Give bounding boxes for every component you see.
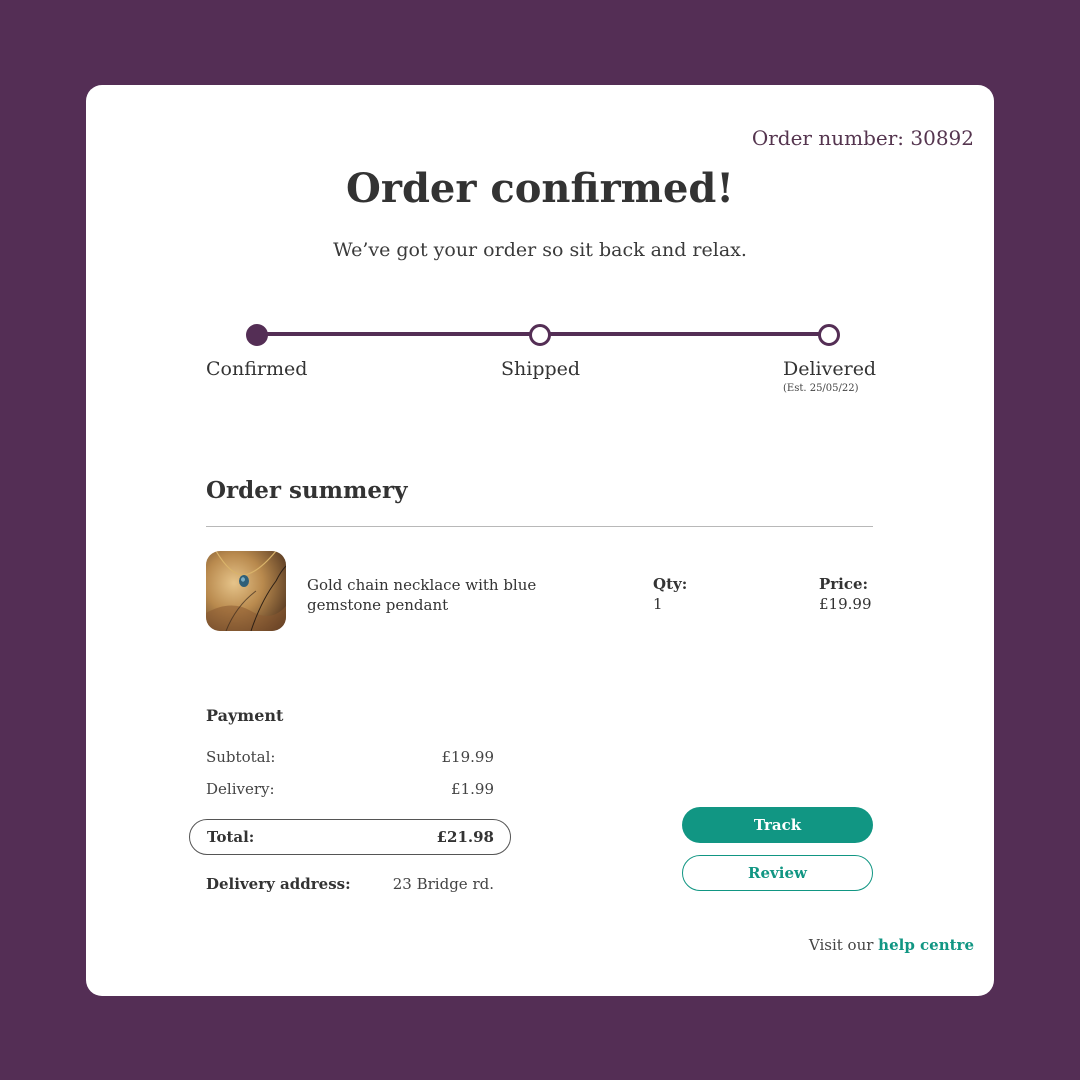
subtotal-label: Subtotal: — [206, 748, 276, 766]
total-label: Total: — [207, 828, 255, 846]
progress-step-delivered-dot — [818, 324, 840, 346]
product-image — [206, 551, 286, 631]
order-number: Order number: 30892 — [751, 126, 974, 150]
delivery-label: Delivery: — [206, 780, 275, 798]
progress-step-delivered-label: Delivered — [783, 358, 877, 380]
delivery-address-label: Delivery address: — [206, 875, 351, 893]
subtotal-row: Subtotal: £19.99 — [206, 748, 494, 766]
subtotal-value: £19.99 — [441, 748, 495, 766]
delivery-row: Delivery: £1.99 — [206, 780, 494, 798]
estimated-delivery-date: (Est. 25/05/22) — [783, 383, 859, 394]
qty-value: 1 — [653, 595, 663, 613]
total-value: £21.98 — [436, 828, 494, 846]
qty-label: Qty: — [653, 575, 688, 593]
progress-step-shipped-dot — [529, 324, 551, 346]
price-label: Price: — [819, 575, 869, 593]
page-title: Order confirmed! — [346, 165, 734, 212]
progress-step-confirmed-label: Confirmed — [206, 358, 308, 380]
delivery-value: £1.99 — [451, 780, 494, 798]
price-value: £19.99 — [819, 595, 872, 613]
help-centre-link[interactable]: help centre — [878, 936, 974, 954]
progress-step-confirmed-dot — [246, 324, 268, 346]
review-button[interactable]: Review — [682, 855, 873, 891]
necklace-photo-icon — [206, 551, 286, 631]
progress-line-segment — [539, 332, 829, 336]
track-button[interactable]: Track — [682, 807, 873, 843]
product-name: Gold chain necklace with blue gemstone p… — [307, 576, 537, 614]
total-row: Total: £21.98 — [189, 819, 511, 855]
progress-line-segment — [256, 332, 539, 336]
delivery-address-value: 23 Bridge rd. — [392, 875, 494, 893]
help-text: Visit our help centre — [809, 936, 974, 954]
help-prefix: Visit our — [808, 936, 879, 954]
delivery-address-row: Delivery address: 23 Bridge rd. — [206, 875, 494, 893]
order-summary-heading: Order summery — [206, 477, 408, 504]
order-confirmation-card: Order number: 30892 Order confirmed! We’… — [86, 85, 994, 996]
progress-step-shipped-label: Shipped — [501, 358, 581, 380]
summary-divider — [206, 526, 873, 527]
payment-heading: Payment — [206, 706, 284, 725]
page-subtitle: We’ve got your order so sit back and rel… — [333, 239, 747, 261]
